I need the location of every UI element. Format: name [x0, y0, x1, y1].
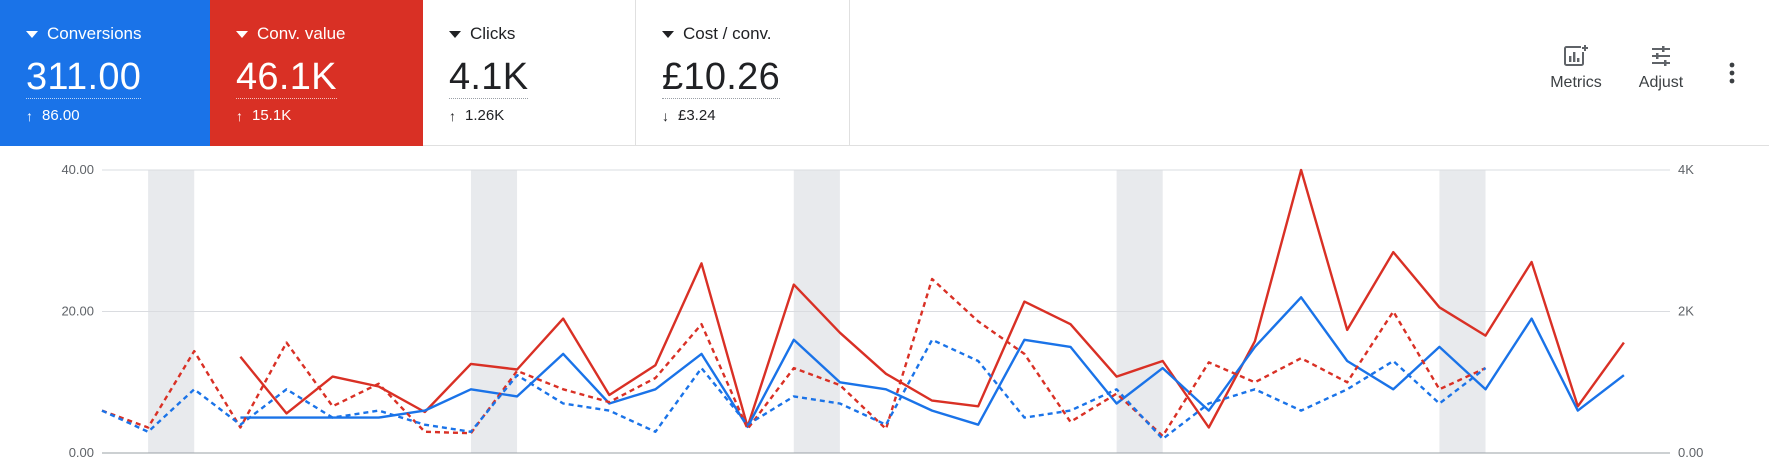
metric-label-row[interactable]: Clicks [449, 24, 635, 44]
metrics-button-label: Metrics [1550, 74, 1602, 91]
metric-label-row[interactable]: Conversions [26, 24, 210, 44]
caret-down-icon[interactable] [26, 30, 38, 38]
metrics-button[interactable]: Metrics [1543, 44, 1609, 92]
metric-delta: ↑ 86.00 [26, 107, 210, 124]
metric-card-conversions[interactable]: Conversions 311.00 ↑ 86.00 [0, 0, 210, 146]
arrow-down-icon: ↓ [662, 107, 669, 124]
right-axis-tick-label: 4K [1678, 162, 1694, 177]
metric-delta-value: 1.26K [465, 107, 505, 124]
series-line-3 [101, 338, 1487, 441]
metric-label: Conv. value [257, 24, 346, 43]
right-axis-tick-label: 0.00 [1678, 445, 1703, 460]
series-line-0 [239, 168, 1625, 429]
metric-delta-value: 86.00 [42, 107, 80, 124]
metric-value: 4.1K [449, 56, 529, 99]
metric-card-conv-value[interactable]: Conv. value 46.1K ↑ 15.1K [210, 0, 423, 146]
metric-value: 311.00 [26, 56, 142, 99]
adjust-button-label: Adjust [1638, 74, 1684, 91]
caret-down-icon[interactable] [449, 30, 461, 38]
left-axis-tick-label: 40.00 [61, 162, 94, 177]
metric-label: Cost / conv. [683, 24, 772, 43]
metric-delta: ↑ 1.26K [449, 107, 635, 124]
arrow-up-icon: ↑ [449, 107, 456, 124]
caret-down-icon[interactable] [662, 30, 674, 38]
arrow-up-icon: ↑ [236, 107, 243, 124]
metric-label: Conversions [47, 24, 142, 43]
metric-delta: ↑ 15.1K [236, 107, 423, 124]
series-line-1 [240, 296, 1625, 428]
arrow-up-icon: ↑ [26, 107, 33, 124]
metric-label: Clicks [470, 24, 516, 43]
tune-icon [1652, 46, 1670, 66]
metric-card-clicks[interactable]: Clicks 4.1K ↑ 1.26K [423, 0, 636, 146]
metric-delta: ↓ £3.24 [662, 107, 849, 124]
series-line-2 [101, 277, 1487, 438]
left-axis-tick-label: 0.00 [69, 445, 94, 460]
metrics-bar: Conversions 311.00 ↑ 86.00 Conv. value 4… [0, 0, 1769, 146]
adjust-button[interactable]: Adjust [1630, 44, 1692, 92]
right-axis-tick-label: 2K [1678, 304, 1694, 319]
metric-label-row[interactable]: Conv. value [236, 24, 423, 44]
metric-value: £10.26 [662, 56, 781, 99]
more-vert-icon [1729, 62, 1735, 84]
metric-value: 46.1K [236, 56, 337, 99]
left-axis-tick-label: 20.00 [61, 304, 94, 319]
more-options-button[interactable] [1720, 62, 1744, 90]
metric-delta-value: 15.1K [252, 107, 292, 124]
metric-card-cost-per-conv[interactable]: Cost / conv. £10.26 ↓ £3.24 [636, 0, 850, 146]
caret-down-icon[interactable] [236, 30, 248, 38]
metric-label-row[interactable]: Cost / conv. [662, 24, 849, 44]
performance-line-chart: 0.00 20.00 40.00 0.00 2K 4K [61, 162, 1703, 460]
metric-delta-value: £3.24 [678, 107, 716, 124]
chart-add-icon [1564, 44, 1589, 66]
